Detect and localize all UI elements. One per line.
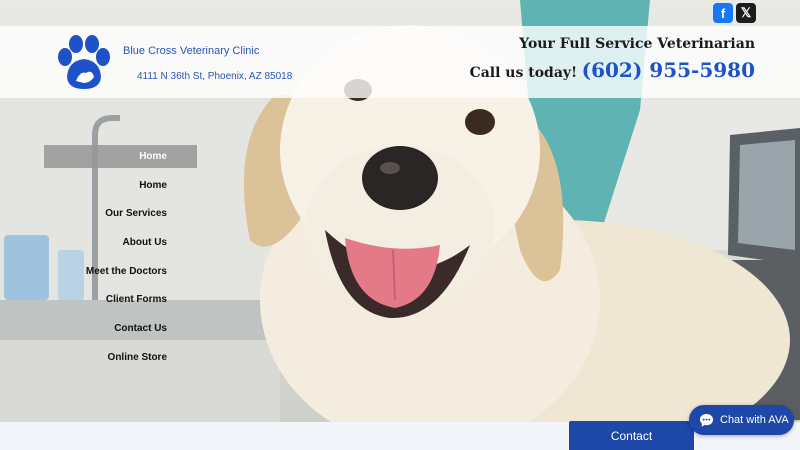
nav-item-contact-us[interactable]: Contact Us [44, 317, 197, 340]
facebook-icon[interactable]: f [713, 3, 733, 23]
social-links: f 𝕏 [713, 3, 756, 23]
clinic-name[interactable]: Blue Cross Veterinary Clinic [123, 45, 259, 57]
chat-button[interactable]: Chat with AVA [689, 405, 794, 435]
main-nav: Home Home Our Services About Us Meet the… [44, 145, 197, 375]
nav-item-home-active[interactable]: Home [44, 145, 197, 168]
chat-bubble-icon [699, 413, 714, 427]
nav-item-online-store[interactable]: Online Store [44, 346, 197, 369]
nav-item-home[interactable]: Home [44, 174, 197, 197]
twitter-x-icon[interactable]: 𝕏 [736, 3, 756, 23]
nav-item-meet-the-doctors[interactable]: Meet the Doctors [44, 260, 197, 283]
paw-logo-icon[interactable] [54, 35, 114, 91]
nav-item-client-forms[interactable]: Client Forms [44, 288, 197, 311]
phone-link[interactable]: (602) 955-5980 [582, 58, 755, 82]
nav-item-our-services[interactable]: Our Services [44, 202, 197, 225]
chat-label: Chat with AVA [720, 414, 789, 426]
nav-item-about-us[interactable]: About Us [44, 231, 197, 254]
call-line: Call us today! (602) 955-5980 [470, 58, 755, 82]
call-label: Call us today! [469, 65, 578, 81]
contact-button[interactable]: Contact [569, 421, 694, 450]
clinic-address: 4111 N 36th St, Phoenix, AZ 85018 [137, 71, 293, 82]
tagline: Your Full Service Veterinarian [519, 36, 755, 52]
